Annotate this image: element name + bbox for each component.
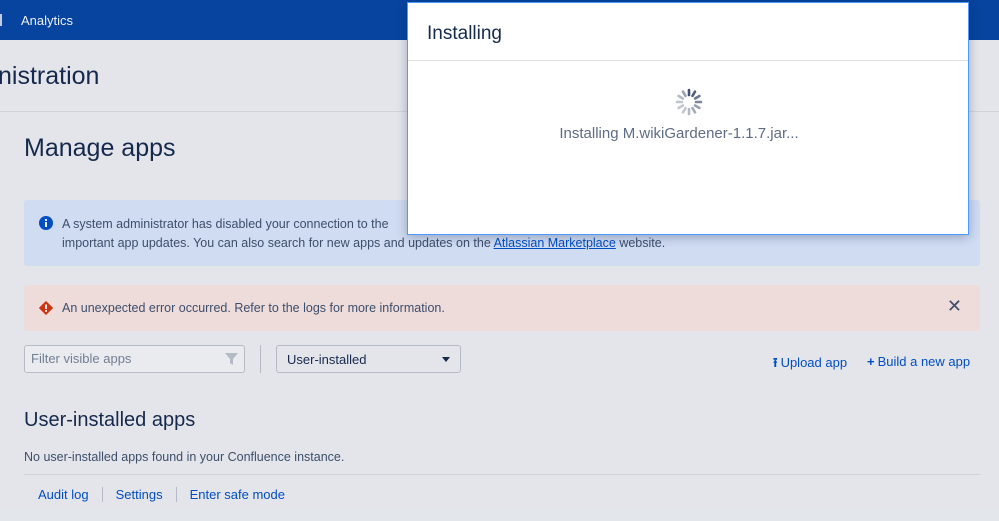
dialog-title: Installing	[427, 23, 502, 44]
spinner-icon	[675, 88, 703, 116]
dialog-header: Installing	[408, 3, 968, 61]
installing-dialog: Installing Installing M.wikiGardener-1.1…	[407, 2, 969, 235]
dialog-message: Installing M.wikiGardener-1.1.7.jar...	[559, 125, 799, 142]
